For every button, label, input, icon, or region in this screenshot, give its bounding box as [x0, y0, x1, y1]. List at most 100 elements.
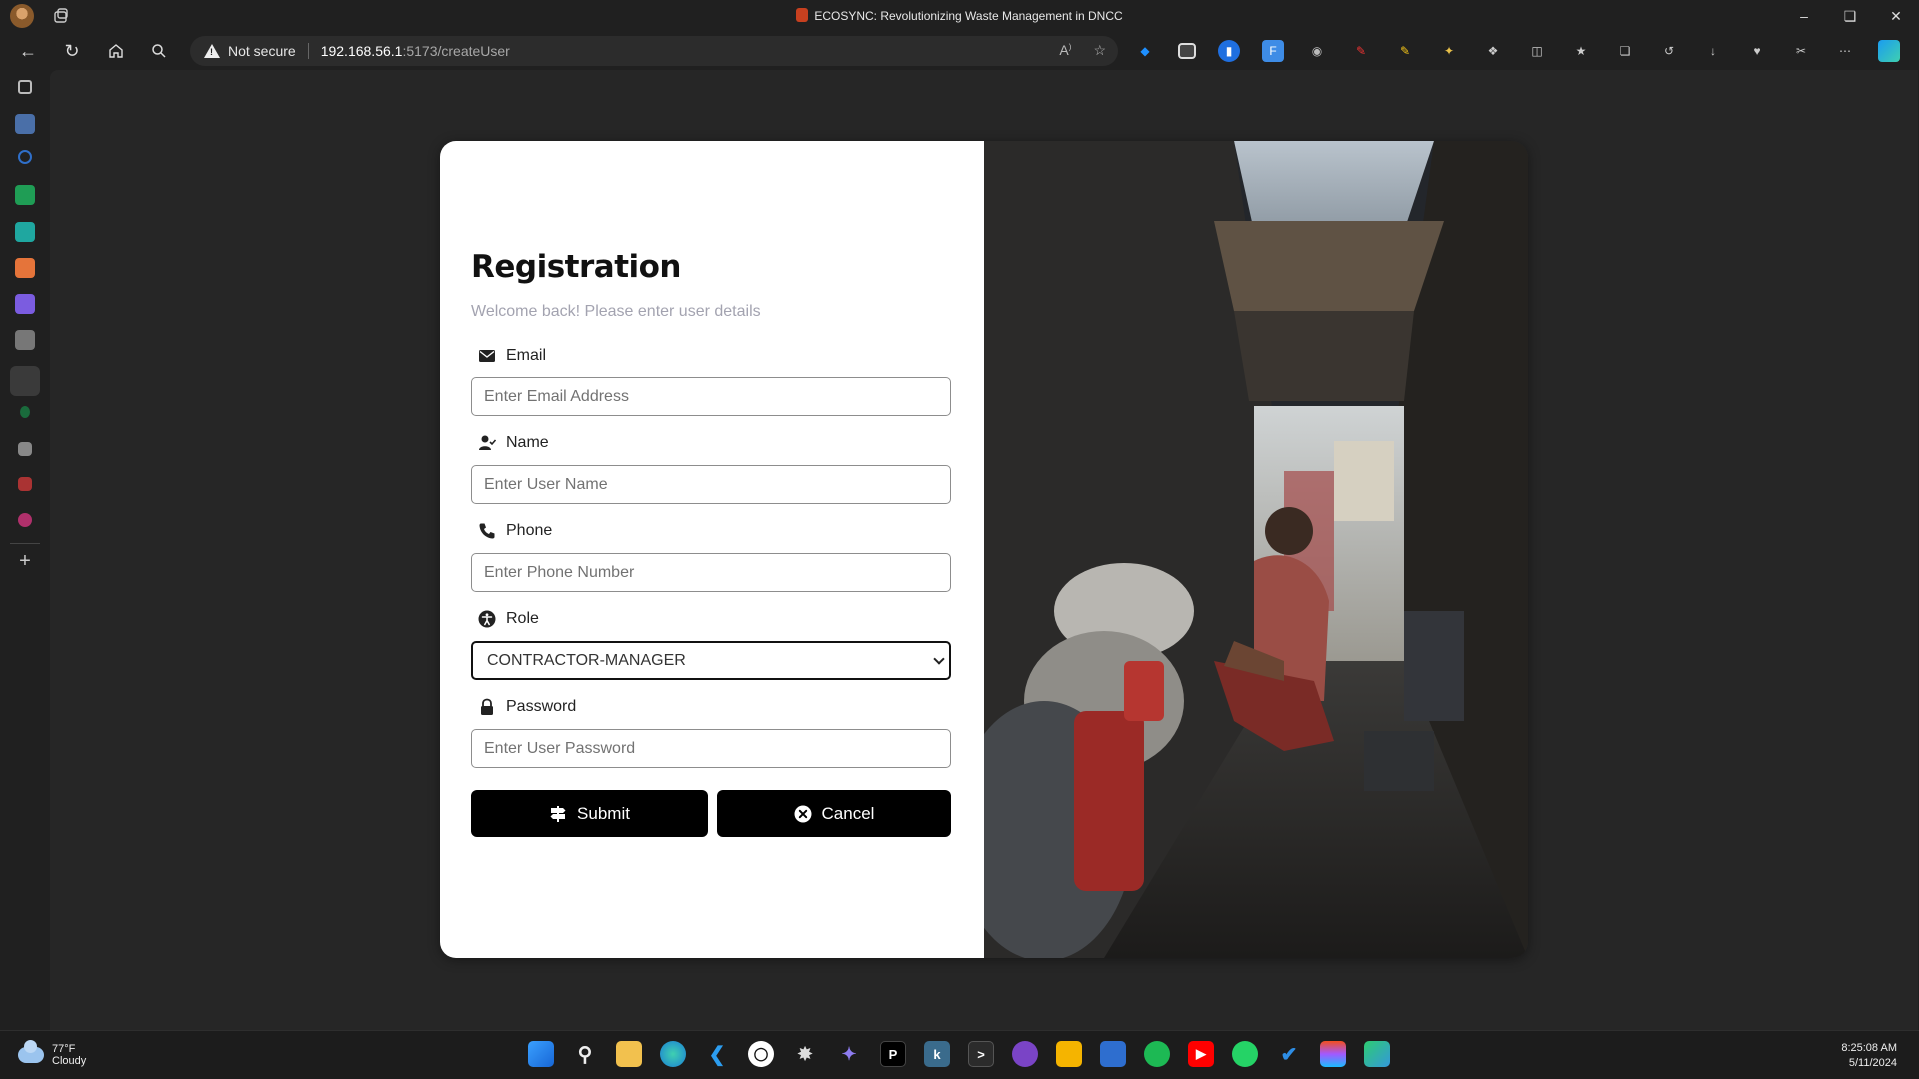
url-path[interactable]: :5173/createUser: [402, 43, 509, 59]
collections-icon[interactable]: ❏: [1614, 40, 1636, 62]
extension-magic-icon[interactable]: ✦: [1438, 40, 1460, 62]
restore-button[interactable]: ❏: [1827, 0, 1873, 32]
whatsapp-icon[interactable]: [1232, 1041, 1258, 1067]
sidebar-app-play-grey-icon[interactable]: [15, 330, 35, 350]
lock-icon: [481, 698, 493, 715]
history-icon[interactable]: ↺: [1658, 40, 1680, 62]
sidebar-app-1-icon[interactable]: [15, 114, 35, 134]
pycharm-icon[interactable]: P: [880, 1041, 906, 1067]
address-bar[interactable]: Not secure 192.168.56.1:5173/createUser …: [190, 36, 1118, 66]
sidebar-app-red-icon[interactable]: [18, 477, 32, 491]
site-favicon-icon: [796, 8, 809, 22]
notepad-icon[interactable]: [1100, 1041, 1126, 1067]
todo-icon[interactable]: ✔: [1276, 1041, 1302, 1067]
edge-browser-icon[interactable]: [660, 1041, 686, 1067]
github-desktop-icon[interactable]: [1012, 1041, 1038, 1067]
extensions-puzzle-icon[interactable]: ❖: [1482, 40, 1504, 62]
password-field[interactable]: [471, 729, 951, 768]
extension-translate-icon[interactable]: F: [1262, 40, 1284, 62]
vscode-icon[interactable]: ❮: [704, 1041, 730, 1067]
windows-taskbar: 77°F Cloudy ⚲ ❮ ◯ ✸ ✦ P k > ▶ ✔ 8:25:08 …: [0, 1030, 1919, 1079]
security-status[interactable]: Not secure: [228, 43, 296, 59]
photo-illustration: [954, 141, 1528, 958]
extension-pen-icon[interactable]: ✎: [1350, 40, 1372, 62]
extension-highlighter-icon[interactable]: ✎: [1394, 40, 1416, 62]
page-title: Registration: [471, 249, 682, 285]
close-window-button[interactable]: ✕: [1873, 0, 1919, 32]
window-title: ECOSYNC: Revolutionizing Waste Managemen…: [0, 8, 1919, 23]
warning-icon: [204, 44, 220, 58]
terminal-icon[interactable]: >: [968, 1041, 994, 1067]
home-icon[interactable]: [104, 39, 128, 63]
add-sidebar-app-icon[interactable]: +: [15, 551, 35, 571]
extension-diamond-icon[interactable]: ◆: [1134, 40, 1156, 62]
favorites-icon[interactable]: ★: [1570, 40, 1592, 62]
sidebar-app-leaf-icon[interactable]: [20, 406, 30, 418]
split-screen-icon[interactable]: ◫: [1526, 40, 1548, 62]
kotlin-app-icon[interactable]: k: [924, 1041, 950, 1067]
submit-button[interactable]: Submit: [471, 790, 708, 837]
weather-widget[interactable]: 77°F Cloudy: [18, 1040, 87, 1067]
sidebar-app-play-purple-icon[interactable]: [15, 294, 35, 314]
app-grid-icon[interactable]: [1364, 1041, 1390, 1067]
phone-field[interactable]: [471, 553, 951, 592]
close-circle-icon: [794, 805, 812, 822]
keep-notes-icon[interactable]: [1056, 1041, 1082, 1067]
cancel-button[interactable]: Cancel: [717, 790, 951, 837]
accessibility-icon: [478, 610, 496, 628]
cloud-icon: [18, 1040, 44, 1063]
role-select[interactable]: CONTRACTOR-MANAGER: [471, 641, 951, 680]
sidebar-contacts-icon[interactable]: [18, 442, 32, 456]
phone-icon: [479, 523, 495, 539]
phone-label: Phone: [478, 522, 552, 540]
windows-start-icon[interactable]: [528, 1041, 554, 1067]
taskbar-apps: ⚲ ❮ ◯ ✸ ✦ P k > ▶ ✔: [528, 1041, 1390, 1067]
more-menu-icon[interactable]: ⋯: [1834, 40, 1856, 62]
email-field[interactable]: [471, 377, 951, 416]
file-explorer-icon[interactable]: [616, 1041, 642, 1067]
edge-sidebar: +: [0, 70, 50, 1030]
page-viewport: Registration Welcome back! Please enter …: [50, 70, 1918, 1030]
taskbar-search-icon[interactable]: ⚲: [572, 1041, 598, 1067]
envelope-icon: [479, 350, 495, 362]
performance-icon[interactable]: ♥: [1746, 40, 1768, 62]
url-host[interactable]: 192.168.56.1: [321, 43, 403, 59]
sidebar-app-pink-icon[interactable]: [18, 513, 32, 527]
weather-condition: Cloudy: [52, 1055, 87, 1067]
signpost-icon: [550, 805, 566, 822]
title-bar: ECOSYNC: Revolutionizing Waste Managemen…: [0, 0, 1919, 32]
screenshot-icon[interactable]: ✂: [1790, 40, 1812, 62]
extension-window-icon[interactable]: [1178, 43, 1196, 59]
gemini-icon[interactable]: ✦: [836, 1041, 862, 1067]
search-icon[interactable]: [147, 39, 171, 63]
spotify-icon[interactable]: [1144, 1041, 1170, 1067]
page-subtitle: Welcome back! Please enter user details: [471, 303, 761, 320]
minimize-button[interactable]: –: [1781, 0, 1827, 32]
youtube-icon[interactable]: ▶: [1188, 1041, 1214, 1067]
vertical-tabs-icon[interactable]: [18, 80, 32, 94]
system-clock[interactable]: 8:25:08 AM 5/11/2024: [1841, 1041, 1897, 1071]
sidebar-ecosync-icon[interactable]: [10, 366, 40, 396]
back-icon[interactable]: ←: [16, 39, 40, 63]
sidebar-app-play-orange-icon[interactable]: [15, 258, 35, 278]
extension-bitwarden-icon[interactable]: ▮: [1218, 40, 1240, 62]
name-field[interactable]: [471, 465, 951, 504]
sidebar-sheets-icon[interactable]: [15, 185, 35, 205]
favorite-star-icon[interactable]: ☆: [1093, 42, 1106, 59]
sidebar-app-2-icon[interactable]: [18, 150, 32, 164]
name-label: Name: [478, 434, 549, 452]
figma-icon[interactable]: [1320, 1041, 1346, 1067]
email-label: Email: [478, 347, 546, 365]
copilot-icon[interactable]: [1878, 40, 1900, 62]
sidebar-app-play-teal-icon[interactable]: [15, 222, 35, 242]
read-aloud-icon[interactable]: A): [1059, 42, 1071, 59]
alley-worker-photo: [954, 141, 1528, 958]
user-check-icon: [479, 435, 496, 450]
downloads-icon[interactable]: ↓: [1702, 40, 1724, 62]
refresh-icon[interactable]: ↻: [60, 39, 84, 63]
openai-icon[interactable]: ✸: [792, 1041, 818, 1067]
github-icon[interactable]: ◯: [748, 1041, 774, 1067]
extension-camera-icon[interactable]: ◉: [1306, 40, 1328, 62]
weather-temperature: 77°F: [52, 1043, 76, 1055]
registration-form: Registration Welcome back! Please enter …: [440, 141, 984, 958]
